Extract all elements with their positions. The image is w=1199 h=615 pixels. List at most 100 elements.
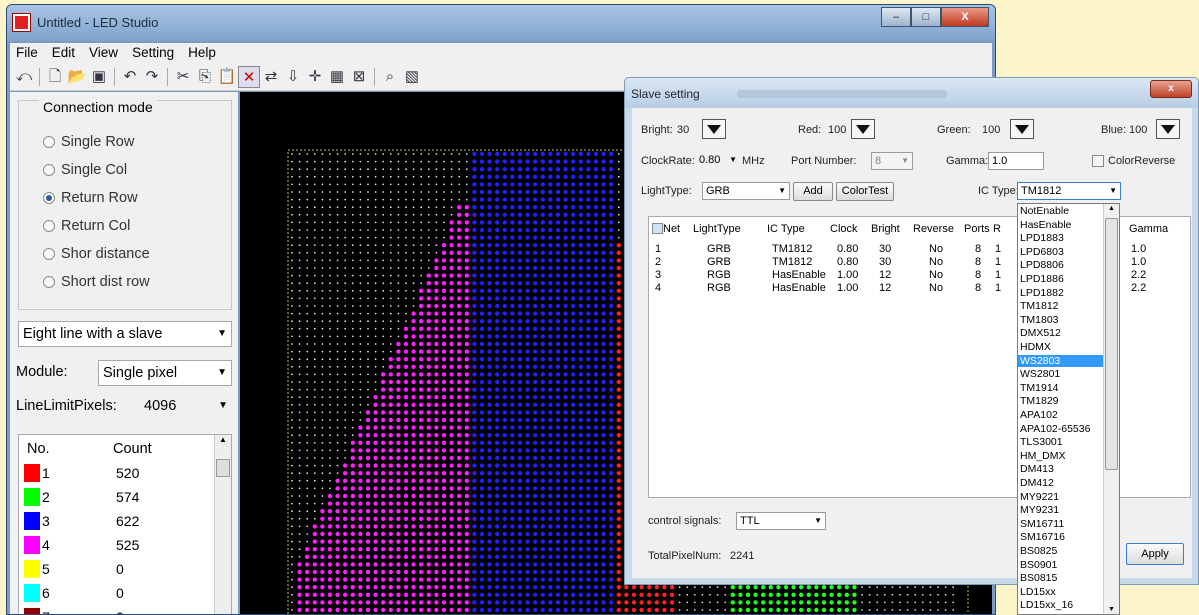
led-pixel (321, 259, 324, 262)
list-item[interactable]: 5 0 (24, 559, 214, 581)
connect-icon[interactable]: ⇄ (260, 66, 282, 88)
list-item[interactable]: 2 574 (24, 487, 214, 509)
list-item[interactable]: 3 622 (24, 511, 214, 533)
led-pixel (495, 357, 500, 362)
led-pixel (441, 341, 447, 347)
radio-single-col[interactable]: Single Col (43, 162, 127, 178)
list-scrollbar[interactable]: ▲ (214, 435, 231, 614)
led-pixel (389, 175, 392, 178)
led-pixel (601, 227, 606, 233)
redo-icon[interactable]: ↷ (141, 66, 163, 88)
open-folder-icon[interactable]: 📂 (66, 66, 88, 88)
menu-edit[interactable]: Edit (52, 43, 75, 63)
led-pixel (389, 274, 392, 277)
led-pixel (441, 493, 447, 499)
menu-help[interactable]: Help (188, 43, 216, 63)
led-pixel (313, 327, 316, 330)
save-icon[interactable]: ▣ (88, 66, 110, 88)
radio-button-checked[interactable] (43, 192, 55, 204)
radio-button[interactable] (43, 220, 55, 232)
led-pixel (336, 213, 339, 216)
led-pixel (396, 478, 401, 483)
delete-x-icon[interactable]: ✕ (238, 65, 260, 88)
maximize-button[interactable]: □ (911, 7, 941, 27)
cut-icon[interactable]: ✂ (172, 66, 194, 88)
led-pixel (578, 607, 583, 613)
led-pixel (291, 419, 293, 421)
radio-return-col[interactable]: Return Col (43, 218, 130, 234)
led-pixel (291, 373, 293, 376)
led-pixel (540, 379, 545, 385)
led-pixel (329, 472, 331, 475)
led-pixel (555, 471, 561, 476)
line-limit-select[interactable]: 4096 ▼ (140, 394, 232, 420)
line-mode-select[interactable]: Eight line with a slave ▼ (18, 321, 232, 347)
led-pixel (306, 312, 309, 315)
led-pixel (479, 151, 485, 157)
led-pixel (555, 281, 561, 286)
led-pixel (388, 539, 393, 544)
radio-button[interactable] (43, 248, 55, 260)
grid-icon[interactable]: ▦ (326, 66, 348, 88)
led-pixel (502, 303, 507, 309)
led-pixel (298, 381, 301, 383)
led-pixel (464, 577, 469, 582)
radio-shor-distance[interactable]: Shor distance (43, 246, 150, 262)
led-pixel (533, 463, 538, 468)
led-pixel (321, 183, 324, 186)
led-pixel (381, 395, 386, 400)
module-select[interactable]: Single pixel ▼ (98, 360, 232, 386)
led-pixel (662, 592, 667, 597)
list-item[interactable]: 6 0 (24, 583, 214, 605)
led-pixel (441, 509, 447, 514)
led-pixel (821, 585, 827, 590)
list-item[interactable]: 7 0 (24, 607, 214, 614)
led-pixel (388, 478, 393, 483)
radio-single-row[interactable]: Single Row (43, 134, 134, 150)
led-pixel (525, 182, 530, 187)
led-pixel (367, 191, 369, 193)
led-pixel (411, 516, 416, 521)
radio-button[interactable] (43, 136, 55, 148)
led-pixel (306, 183, 309, 186)
radio-button[interactable] (43, 276, 55, 288)
led-pixel (495, 501, 500, 506)
new-file-icon[interactable]: 🗋 (44, 66, 66, 88)
menu-view[interactable]: View (89, 43, 118, 63)
led-pixel (586, 607, 591, 613)
led-pixel (381, 569, 386, 575)
radio-short-dist-row[interactable]: Short dist row (43, 274, 150, 290)
radio-button[interactable] (43, 164, 55, 176)
close-button[interactable]: X (941, 7, 989, 27)
led-pixel (441, 539, 447, 544)
led-pixel (396, 539, 401, 544)
led-pixel (525, 159, 530, 164)
box-x-icon[interactable]: ⊠ (348, 66, 370, 88)
scroll-thumb[interactable] (216, 459, 230, 477)
undo-icon[interactable]: ↶ (119, 66, 141, 88)
minimize-button[interactable]: – (881, 7, 911, 27)
undo-arrow-icon[interactable]: ⤺ (13, 66, 35, 88)
list-item[interactable]: 1 520 (24, 463, 214, 485)
led-pixel (374, 198, 377, 201)
image-icon[interactable]: ▧ (401, 66, 423, 88)
led-pixel (313, 517, 316, 520)
led-pixel (571, 159, 576, 164)
led-pixel (479, 585, 485, 590)
led-pixel (411, 410, 416, 415)
paste-icon[interactable]: 📋 (216, 66, 238, 88)
menu-setting[interactable]: Setting (132, 43, 174, 63)
copy-icon[interactable]: ⎘ (194, 66, 216, 88)
led-pixel (533, 334, 538, 339)
led-pixel (457, 547, 462, 552)
scroll-up-icon[interactable]: ▲ (219, 435, 227, 444)
radio-return-row[interactable]: Return Row (43, 190, 138, 206)
list-item[interactable]: 4 525 (24, 535, 214, 557)
led-pixel (814, 600, 819, 605)
menu-file[interactable]: File (16, 43, 38, 63)
down-arrow-icon[interactable]: ⇩ (282, 66, 304, 88)
led-pixel (616, 364, 621, 369)
crosshair-icon[interactable]: ✛ (304, 66, 326, 88)
binoculars-icon[interactable]: ⌕ (379, 66, 401, 88)
led-pixel (312, 607, 317, 613)
